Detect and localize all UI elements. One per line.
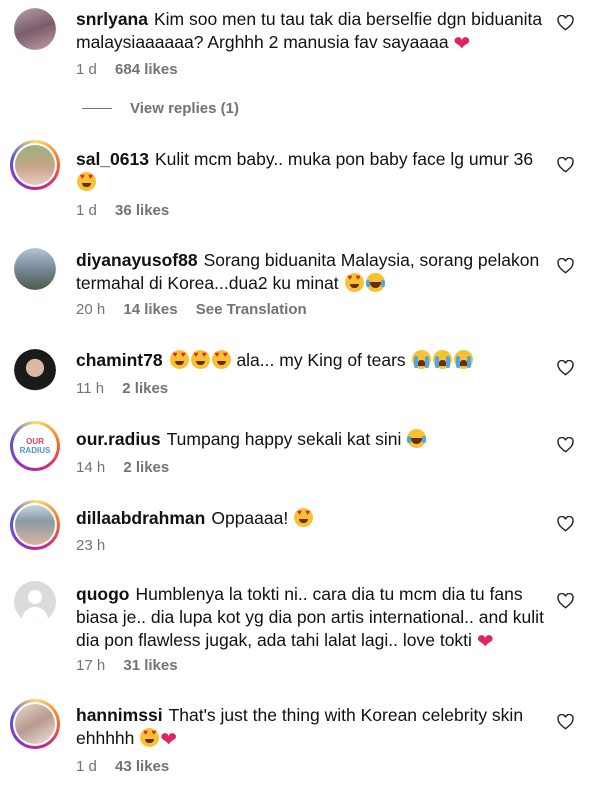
crying-emoji [453,350,473,369]
comment-meta: 23 h [76,537,119,554]
comments-list: snrlyana Kim soo men tu tau tak dia berse… [0,0,590,786]
heart-eyes-emoji [344,273,364,292]
default-avatar-icon[interactable] [14,581,56,623]
comment-time: 14 h [76,459,106,476]
comment-likes[interactable]: 36 likes [115,202,169,219]
divider [82,108,112,109]
red-heart-emoji: ❤ [476,631,494,653]
heart-eyes-emoji [77,172,96,191]
comment-likes[interactable]: 684 likes [115,61,178,78]
avatar-story-ring[interactable] [10,699,60,749]
comment-meta: 1 d 43 likes [76,758,183,775]
comment-time: 23 h [76,537,106,554]
comment-time: 1 d [76,61,97,78]
comment-meta: 1 d 684 likes [76,61,192,78]
comment-username[interactable]: sal_0613 [76,149,149,169]
heart-eyes-emoji [140,728,160,747]
avatar-story-ring[interactable] [10,500,60,550]
heart-eyes-emoji [294,508,314,527]
like-heart-icon[interactable] [557,157,574,173]
comment-time: 20 h [76,301,106,318]
like-heart-icon[interactable] [557,714,574,730]
avatar-story-ring[interactable] [10,140,60,190]
comment-username[interactable]: snrlyana [76,9,148,29]
crying-emoji [432,350,452,369]
heart-eyes-emoji [190,350,210,369]
comment-username[interactable]: our.radius [76,429,161,449]
comment-likes[interactable]: 31 likes [123,657,177,674]
comment-text: ala... my King of tears [236,350,406,370]
comment-text: Humblenya la tokti ni.. cara dia tu mcm … [76,584,544,650]
comment-username[interactable]: dillaabdrahman [76,508,205,528]
comment-text: Tumpang happy sekali kat sini [166,429,402,449]
like-heart-icon[interactable] [557,258,574,274]
comment-likes[interactable]: 43 likes [115,758,169,775]
comment-meta: 11 h 2 likes [76,380,182,397]
avatar[interactable] [14,8,56,50]
comment-likes[interactable]: 2 likes [123,459,169,476]
tears-of-joy-emoji [407,429,427,448]
comment-meta: 14 h 2 likes [76,459,183,476]
heart-eyes-emoji [169,350,189,369]
tears-of-joy-emoji [365,273,385,292]
avatar-story-ring[interactable]: OUR RADIUS [10,421,60,471]
comment-username[interactable]: chamint78 [76,350,163,370]
comment-likes[interactable]: 2 likes [122,380,168,397]
comment-item: quogo Humblenya la tokti ni.. cara dia tu… [0,580,590,674]
comment-meta: 20 h 14 likes See Translation [76,301,321,318]
red-heart-emoji: ❤ [160,729,178,751]
comment-username[interactable]: quogo [76,584,129,604]
red-heart-emoji: ❤ [453,33,471,55]
comment-time: 1 d [76,758,97,775]
like-heart-icon[interactable] [557,516,574,532]
comment-text: Oppaaaa! [211,508,289,528]
see-translation-button[interactable]: See Translation [196,301,307,318]
like-heart-icon[interactable] [557,15,574,31]
comment-time: 11 h [76,380,105,397]
avatar[interactable] [14,248,56,290]
crying-emoji [411,350,431,369]
view-replies-label: View replies (1) [130,100,239,117]
heart-eyes-emoji [211,350,231,369]
comment-text: Kulit mcm baby.. muka pon baby face lg u… [155,149,534,169]
comment-username[interactable]: diyanayusof88 [76,250,198,270]
avatar[interactable] [14,349,56,391]
like-heart-icon[interactable] [557,593,574,609]
our-radius-logo: OUR RADIUS [15,426,55,466]
comment-likes[interactable]: 14 likes [123,301,177,318]
comment-time: 17 h [76,657,106,674]
comment-username[interactable]: hannimssi [76,705,163,725]
comment-meta: 17 h 31 likes [76,657,192,674]
like-heart-icon[interactable] [557,360,574,376]
comment-meta: 1 d 36 likes [76,202,183,219]
view-replies-button[interactable]: View replies (1) [82,100,239,117]
like-heart-icon[interactable] [557,437,574,453]
comment-time: 1 d [76,202,97,219]
